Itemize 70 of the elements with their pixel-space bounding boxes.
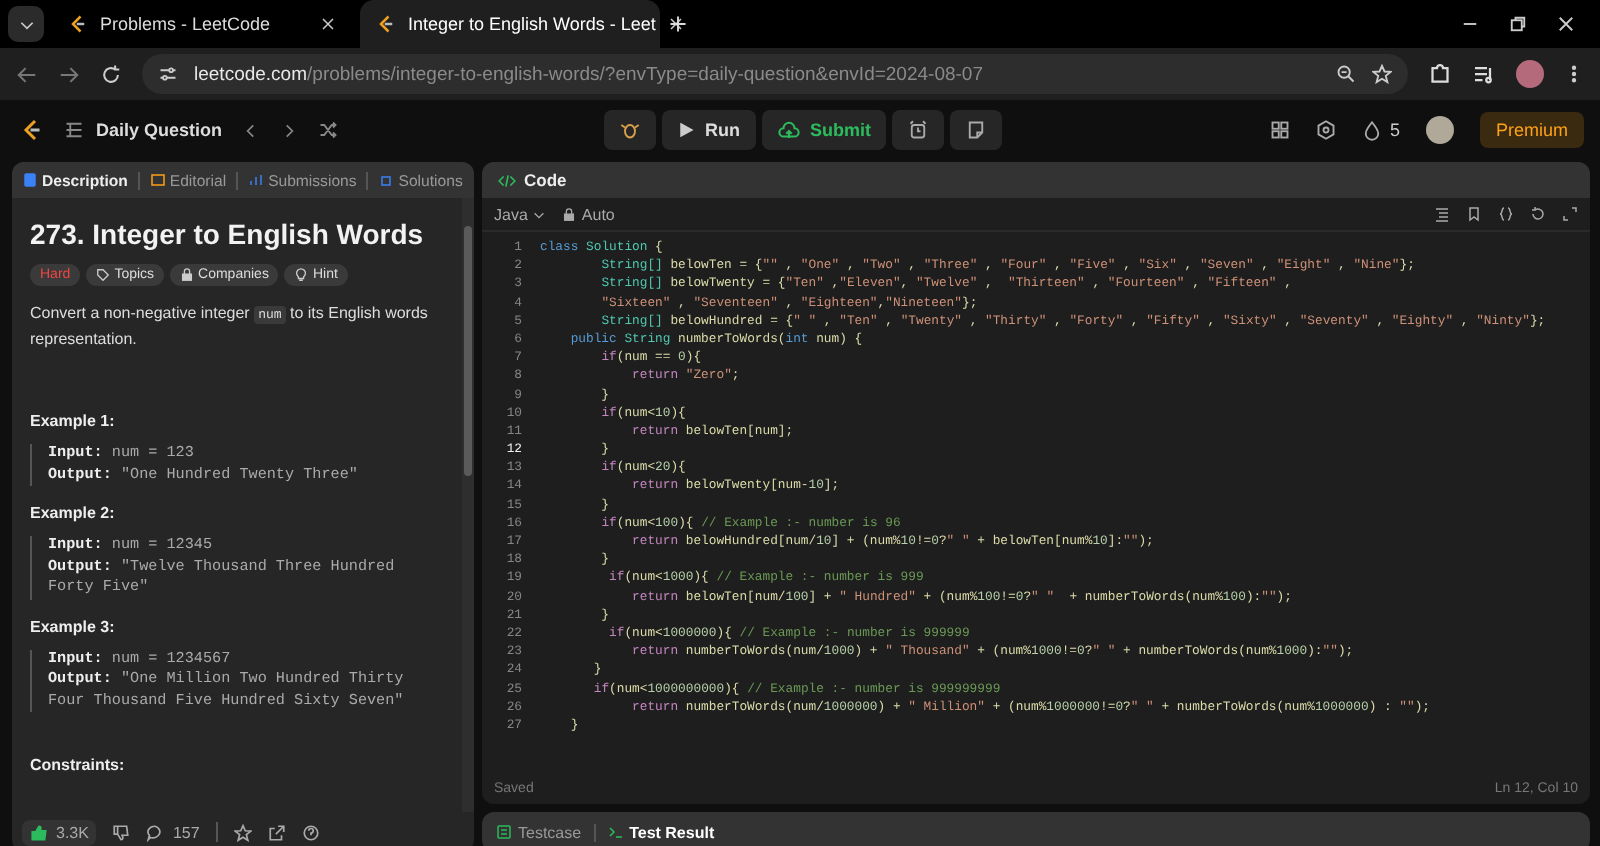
expand-icon[interactable] (1562, 206, 1578, 222)
profile-avatar[interactable] (1516, 60, 1544, 88)
example-heading: Example 3: (30, 617, 117, 635)
settings-icon[interactable] (1315, 120, 1336, 140)
checklist-icon (496, 824, 512, 840)
bar-chart-icon (248, 172, 265, 188)
problem-title: 273. Integer to English Words (30, 218, 426, 250)
book-icon (149, 172, 166, 188)
debug-button[interactable] (604, 110, 657, 150)
constraints-heading: Constraints: (30, 756, 127, 774)
leetcode-logo-icon (68, 14, 88, 34)
timer-button[interactable] (892, 110, 945, 150)
lock-icon (180, 268, 195, 282)
puzzle-icon[interactable] (1428, 62, 1452, 86)
code-icon (498, 171, 516, 189)
streak-count: 5 (1389, 120, 1400, 140)
leetcode-logo-icon[interactable] (20, 116, 44, 144)
panel-tab[interactable]: Test Result (607, 823, 715, 841)
plus-icon[interactable] (668, 14, 688, 34)
notes-button[interactable] (950, 110, 1003, 150)
address-bar[interactable]: leetcode.com/problems/integer-to-english-words/?envType=daily-question&envId=2024-08-07 (142, 54, 1408, 94)
lock-icon (561, 207, 576, 221)
cloud-upload-icon (777, 119, 800, 141)
language-select[interactable]: Java (494, 205, 546, 223)
zoom-icon[interactable] (1336, 64, 1356, 84)
lightbulb-icon (294, 268, 309, 282)
leetcode-logo-icon (376, 14, 396, 34)
premium-button[interactable]: Premium (1479, 112, 1584, 148)
terminal-icon (607, 824, 624, 840)
example-heading: Example 2: (30, 504, 117, 522)
tab-list-button[interactable] (8, 6, 44, 42)
panel-title: Code (524, 170, 567, 190)
share-icon[interactable] (267, 823, 286, 841)
tag-icon (96, 268, 111, 282)
bug-icon (620, 120, 641, 140)
comment-icon (146, 823, 165, 841)
reset-icon[interactable] (1530, 206, 1546, 222)
submit-button[interactable]: Submit (761, 110, 887, 150)
example-heading: Example 1: (30, 412, 117, 430)
list-icon (64, 120, 84, 140)
browser-tab[interactable]: Problems - LeetCode (52, 0, 352, 48)
chevron-down-icon (531, 207, 546, 221)
site-settings-icon[interactable] (158, 64, 178, 84)
shuffle-icon[interactable] (318, 120, 339, 140)
panel-tab[interactable]: Testcase (496, 823, 582, 841)
back-arrow-icon[interactable] (16, 63, 38, 85)
star-icon[interactable] (1372, 64, 1392, 84)
user-avatar[interactable] (1425, 116, 1454, 144)
layout-icon[interactable] (1269, 120, 1290, 140)
mode-label[interactable]: Auto (581, 205, 615, 223)
like-button[interactable]: 3.3K (22, 819, 97, 845)
format-icon[interactable] (1434, 206, 1450, 222)
restore-icon[interactable] (1508, 14, 1528, 34)
star-icon[interactable] (233, 823, 252, 841)
note-icon (966, 120, 987, 140)
alarm-clock-icon (908, 120, 929, 140)
bookmark-icon[interactable] (1466, 206, 1482, 222)
forward-arrow-icon[interactable] (58, 63, 80, 85)
comments-button[interactable]: 157 (146, 823, 200, 841)
scrollbar-thumb[interactable] (464, 226, 472, 476)
document-icon (22, 172, 38, 188)
run-button[interactable]: Run (662, 110, 756, 150)
play-icon (678, 122, 695, 138)
reload-icon[interactable] (100, 63, 122, 85)
media-list-icon[interactable] (1472, 62, 1496, 86)
thumbs-down-icon[interactable] (112, 823, 131, 841)
help-icon[interactable] (301, 823, 320, 841)
thumbs-up-icon (30, 823, 48, 841)
braces-icon[interactable] (1498, 206, 1514, 222)
daily-question-link[interactable]: Daily Question (96, 120, 223, 140)
